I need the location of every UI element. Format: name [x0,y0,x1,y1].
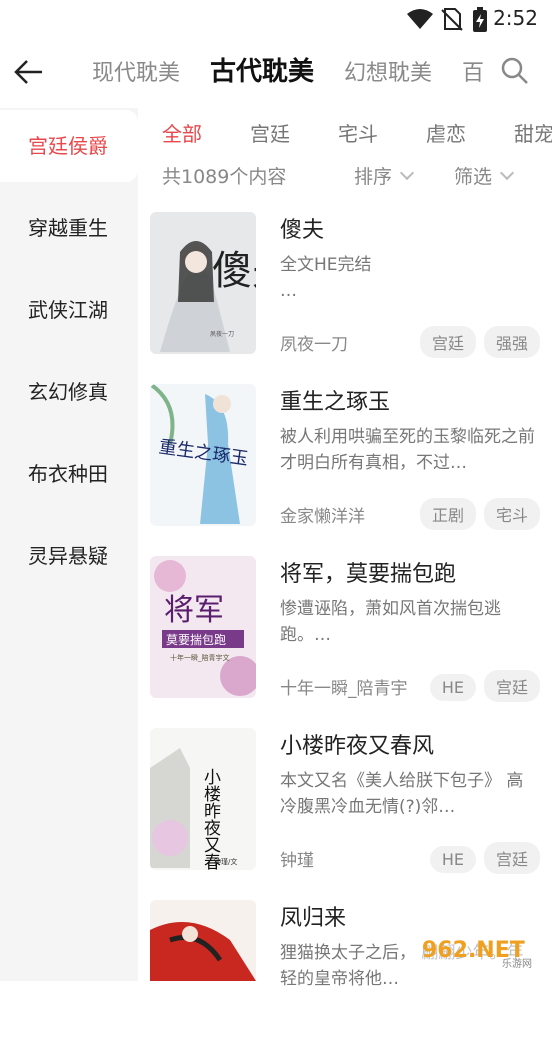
back-arrow-icon[interactable] [12,58,46,86]
top-bar: 现代耽美 古代耽美 幻想耽美百 [0,38,552,106]
tag[interactable]: HE [429,846,476,873]
tag[interactable]: 正剧 [419,498,476,530]
book-cover [150,900,256,981]
filter-button[interactable]: 筛选 [454,162,515,189]
tab-2[interactable]: 古代耽美 [210,52,314,92]
book-item[interactable]: 凤归来 狸猫换太子之后， 翩翩少年。年轻的皇帝将他… [150,900,540,1050]
watermark-logo: 962.NET 乐游网 [416,927,548,975]
book-description: 被人利用哄骗至死的玉黎临死之前才明白所有真相，不过… [280,427,535,473]
tab-3[interactable]: 幻想耽美 [344,54,432,92]
sidebar: 宫廷侯爵穿越重生武侠江湖玄幻修真布衣种田灵异悬疑 [0,108,138,981]
chevron-down-icon [399,165,415,181]
battery-charging-icon [473,7,487,32]
cover-title: 傻夫 [212,248,256,294]
status-bar: 2:52 [0,0,552,38]
tab-1[interactable]: 现代耽美 [92,54,180,92]
book-cover: 傻夫 夙夜一刀 [150,212,256,354]
cover-title: 小楼昨夜又春风 [200,768,221,870]
cover-author: 钟瑾/文 [214,857,237,866]
book-author: 钟瑾 [280,851,314,871]
tag[interactable]: HE [429,674,476,701]
sort-button[interactable]: 排序 [354,162,415,189]
no-sim-icon [441,8,463,31]
book-tags: 正剧 宅斗 [412,498,540,530]
tag[interactable]: 宫廷 [483,670,540,702]
sort-label: 排序 [354,166,393,188]
subtab-1[interactable]: 全部 [162,114,202,154]
book-item[interactable]: 将军 莫要揣包跑 十年一瞬_陪青宇文 将军，莫要揣包跑 惨遭诬陷，萧如风首次揣包… [150,556,540,706]
book-title: 重生之琢玉 [280,390,391,415]
tag[interactable]: 宫廷 [483,842,540,874]
book-description: 全文HE完结 … [280,255,372,301]
subtab-5[interactable]: 甜宠 [514,114,552,154]
chevron-down-icon [499,165,515,181]
book-item[interactable]: 小楼昨夜又春风 钟瑾/文 小楼昨夜又春风 本文又名《美人给朕下包子》 高冷腹黑冷… [150,728,540,878]
book-author: 夙夜一刀 [280,335,348,355]
cover-subtitle: 莫要揣包跑 [166,633,226,647]
book-description: 本文又名《美人给朕下包子》 高冷腹黑冷血无情(?)邻… [280,771,524,817]
sidebar-item[interactable]: 灵异悬疑 [0,520,138,592]
book-cover: 重生之琢玉 [150,384,256,526]
subtab-3[interactable]: 宅斗 [338,114,378,154]
status-time: 2:52 [493,6,538,30]
sidebar-item[interactable]: 玄幻修真 [0,356,138,428]
wifi-icon [407,9,433,29]
book-title: 凤归来 [280,906,347,931]
tab-4[interactable]: 百 [462,54,484,92]
filter-row: 共1089个内容 排序 筛选 [162,156,552,196]
category-tabs: 现代耽美 古代耽美 幻想耽美百 [92,52,492,92]
book-item[interactable]: 傻夫 夙夜一刀 傻夫 全文HE完结 … 夙夜一刀 宫廷强强 [150,212,540,362]
tag[interactable]: 强强 [483,326,540,358]
cover-title: 将军 [164,593,224,628]
book-item[interactable]: 重生之琢玉 重生之琢玉 被人利用哄骗至死的玉黎临死之前才明白所有真相，不过… 金… [150,384,540,534]
search-icon[interactable] [500,56,530,86]
cover-author: 十年一瞬_陪青宇文 [170,653,230,662]
result-count: 共1089个内容 [162,166,287,188]
sidebar-item[interactable]: 武侠江湖 [0,274,138,346]
book-description: 惨遭诬陷，萧如风首次揣包逃跑。… [280,599,501,645]
book-cover: 小楼昨夜又春风 钟瑾/文 [150,728,256,870]
book-cover: 将军 莫要揣包跑 十年一瞬_陪青宇文 [150,556,256,698]
book-tags: HE 宫廷 [422,670,540,702]
svg-text:乐游网: 乐游网 [502,957,532,970]
book-title: 小楼昨夜又春风 [280,734,435,759]
tag[interactable]: 宅斗 [483,498,540,530]
book-author: 十年一瞬_陪青宇 [280,679,408,699]
book-tags: 宫廷 强强 [412,326,540,358]
book-title: 将军，莫要揣包跑 [280,562,457,587]
main-content: 全部宫廷宅斗虐恋甜宠 共1089个内容 排序 筛选 傻夫 夙夜一刀 傻夫 全文H… [138,108,552,989]
tag[interactable]: 宫廷 [419,326,476,358]
subtab-2[interactable]: 宫廷 [250,114,290,154]
cover-author: 夙夜一刀 [210,330,234,338]
sidebar-item[interactable]: 宫廷侯爵 [0,110,138,182]
subtab-4[interactable]: 虐恋 [426,114,466,154]
book-title: 傻夫 [280,218,325,243]
filter-label: 筛选 [454,166,493,188]
book-tags: HE 宫廷 [422,842,540,874]
sidebar-item[interactable]: 穿越重生 [0,192,138,264]
book-author: 金家懒洋洋 [280,507,365,527]
sidebar-item[interactable]: 布衣种田 [0,438,138,510]
sub-tabs: 全部 宫廷 宅斗 虐恋 甜宠 [162,114,552,154]
